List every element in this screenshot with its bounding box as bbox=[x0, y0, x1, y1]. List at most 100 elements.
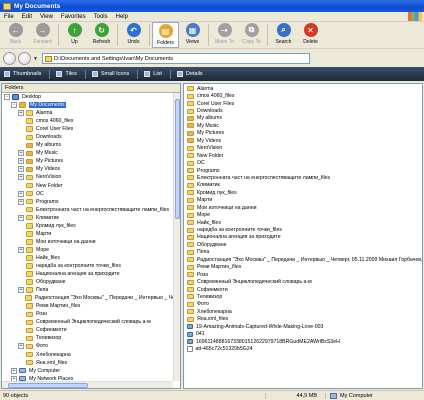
expand-icon[interactable]: + bbox=[18, 174, 24, 181]
list-item[interactable]: Оборудване bbox=[184, 241, 422, 248]
tree-item[interactable]: Национална агенция за приходите bbox=[2, 270, 180, 278]
menu-item-tools[interactable]: Tools bbox=[90, 14, 112, 20]
scrollbar-thumb[interactable] bbox=[175, 99, 180, 219]
tree-item[interactable]: + Programs bbox=[2, 198, 180, 206]
tree-item[interactable]: Кромид лук_files bbox=[2, 222, 180, 230]
tree-item[interactable]: + My Videos bbox=[2, 165, 180, 173]
back-circle-button[interactable] bbox=[3, 52, 16, 65]
tree-item[interactable]: + My Computer bbox=[2, 367, 180, 375]
list-item[interactable]: My Music bbox=[184, 122, 422, 129]
expand-icon[interactable]: + bbox=[11, 367, 17, 374]
tree-item[interactable]: Современный Энциклопедический словарь a-… bbox=[2, 318, 180, 326]
list-item[interactable]: Яна.xml_files bbox=[184, 316, 422, 323]
forward-button[interactable]: → Forward bbox=[29, 22, 56, 48]
expand-icon[interactable]: + bbox=[18, 287, 24, 294]
menu-item-help[interactable]: Help bbox=[112, 14, 132, 20]
tree-item[interactable]: + Море bbox=[2, 246, 180, 254]
tree-item[interactable]: Софинмкоти bbox=[2, 326, 180, 334]
vertical-scrollbar[interactable] bbox=[173, 93, 180, 381]
tree-item[interactable]: cmos 4060_files bbox=[2, 117, 180, 125]
list-item[interactable]: Електронната част на енергоспестяващите … bbox=[184, 174, 422, 181]
delete-button[interactable]: ✕ Delete bbox=[297, 22, 324, 48]
collapse-icon[interactable]: - bbox=[11, 102, 17, 109]
expand-icon[interactable]: + bbox=[18, 198, 24, 205]
tree-item[interactable]: + My Music bbox=[2, 149, 180, 157]
list-item[interactable]: My Pictures bbox=[184, 130, 422, 137]
tree-item[interactable]: Радиостанция "Эхо Москвы" _ Передачи _ И… bbox=[2, 294, 180, 302]
list-item[interactable]: Телевизор bbox=[184, 293, 422, 300]
tree-item[interactable]: + Пепа bbox=[2, 286, 180, 294]
list-item[interactable]: Corel User Files bbox=[184, 100, 422, 107]
views-button[interactable]: ▦ Views bbox=[179, 22, 206, 48]
list-item[interactable]: My albums bbox=[184, 115, 422, 122]
tree-item[interactable]: + OC bbox=[2, 190, 180, 198]
list-item[interactable]: New Folder bbox=[184, 152, 422, 159]
view-thumbnails-button[interactable]: Thumbnails bbox=[4, 71, 41, 77]
list-item[interactable]: Современный Энциклопедический словарь a-… bbox=[184, 278, 422, 285]
view-small-icons-button[interactable]: Small Icons bbox=[91, 71, 129, 77]
tree-item[interactable]: - Desktop bbox=[2, 93, 180, 101]
list-item[interactable]: Downloads bbox=[184, 107, 422, 114]
tree-item[interactable]: + Климатик bbox=[2, 214, 180, 222]
scrollbar-thumb[interactable] bbox=[8, 383, 88, 388]
list-item[interactable]: NeroVision bbox=[184, 145, 422, 152]
expand-icon[interactable]: + bbox=[18, 166, 24, 173]
list-item[interactable]: Радиостанция "Эхо Москвы" _ Передачи _ И… bbox=[184, 256, 422, 263]
tree-item[interactable]: + NeroVision bbox=[2, 173, 180, 181]
horizontal-scrollbar[interactable] bbox=[2, 381, 173, 388]
list-item[interactable]: att-465c72c51320b5G24 bbox=[184, 345, 422, 353]
list-item[interactable]: Фото bbox=[184, 301, 422, 308]
list-item[interactable]: OC bbox=[184, 159, 422, 166]
search-button[interactable]: ⌕ Search bbox=[270, 22, 297, 48]
expand-icon[interactable]: + bbox=[18, 214, 24, 221]
expand-icon[interactable]: + bbox=[18, 343, 24, 350]
list-item[interactable]: cmos 4060_files bbox=[184, 92, 422, 99]
refresh-button[interactable]: ↻ Refresh bbox=[88, 22, 115, 48]
tree-item[interactable]: Яна.xml_files bbox=[2, 359, 180, 367]
tree-item[interactable]: + Фото bbox=[2, 342, 180, 350]
view-list-button[interactable]: List bbox=[144, 71, 162, 77]
list-item[interactable]: Alarma bbox=[184, 85, 422, 92]
expand-icon[interactable]: + bbox=[18, 110, 24, 117]
tree-item[interactable]: наредба за контролните точки_files bbox=[2, 262, 180, 270]
address-field[interactable]: D:\Documents and Settings\Ivan\My Docume… bbox=[42, 53, 310, 64]
menu-item-favorites[interactable]: Favorites bbox=[57, 14, 90, 20]
list-item[interactable]: Реми Мартин_files bbox=[184, 264, 422, 271]
list-item[interactable]: Пепа bbox=[184, 249, 422, 256]
list-item[interactable]: Софинмкоти bbox=[184, 286, 422, 293]
expand-icon[interactable]: + bbox=[18, 246, 24, 253]
tree-item[interactable]: - My Documents bbox=[2, 101, 180, 109]
list-item[interactable]: 19-Amazing-Animals-Captured-While-Making… bbox=[184, 323, 422, 330]
list-item[interactable]: Мои източници на данни bbox=[184, 204, 422, 211]
tree-item[interactable]: Найк_files bbox=[2, 254, 180, 262]
list-item[interactable]: Розн bbox=[184, 271, 422, 278]
list-item[interactable]: Кромид лук_files bbox=[184, 189, 422, 196]
tree-item[interactable]: Розн bbox=[2, 310, 180, 318]
list-item[interactable]: Programs bbox=[184, 167, 422, 174]
tree-item[interactable]: Реми Мартин_files bbox=[2, 302, 180, 310]
tree-item[interactable]: Електронната част на енергоспестяващите … bbox=[2, 206, 180, 214]
list-item[interactable]: My Videos bbox=[184, 137, 422, 144]
forward-circle-button[interactable] bbox=[18, 52, 31, 65]
list-item[interactable]: 041 bbox=[184, 330, 422, 337]
tree-item[interactable]: New Folder bbox=[2, 182, 180, 190]
tree-item[interactable]: Downloads bbox=[2, 133, 180, 141]
list-item[interactable]: Море bbox=[184, 211, 422, 218]
tree-item[interactable]: Corel User Files bbox=[2, 125, 180, 133]
menu-item-view[interactable]: View bbox=[36, 14, 57, 20]
list-item[interactable]: Найк_files bbox=[184, 219, 422, 226]
list-item[interactable]: Хлебопекарна bbox=[184, 308, 422, 315]
expand-icon[interactable]: + bbox=[18, 150, 24, 157]
menu-item-edit[interactable]: Edit bbox=[18, 14, 36, 20]
tree-item[interactable]: My albums bbox=[2, 141, 180, 149]
tree-item[interactable]: Хлебопекарна bbox=[2, 351, 180, 359]
move-to-button[interactable]: ⇢ Move To bbox=[211, 22, 238, 48]
collapse-icon[interactable]: - bbox=[4, 94, 10, 101]
tree-item[interactable]: + My Pictures bbox=[2, 157, 180, 165]
tree-item[interactable]: + Alarma bbox=[2, 109, 180, 117]
menu-item-file[interactable]: File bbox=[0, 14, 18, 20]
chevron-down-icon[interactable]: ▼ bbox=[33, 56, 39, 62]
back-button[interactable]: ← Back bbox=[2, 22, 29, 48]
tree-item[interactable]: Оборудване bbox=[2, 278, 180, 286]
list-item[interactable]: наредба за контролните точки_files bbox=[184, 226, 422, 233]
